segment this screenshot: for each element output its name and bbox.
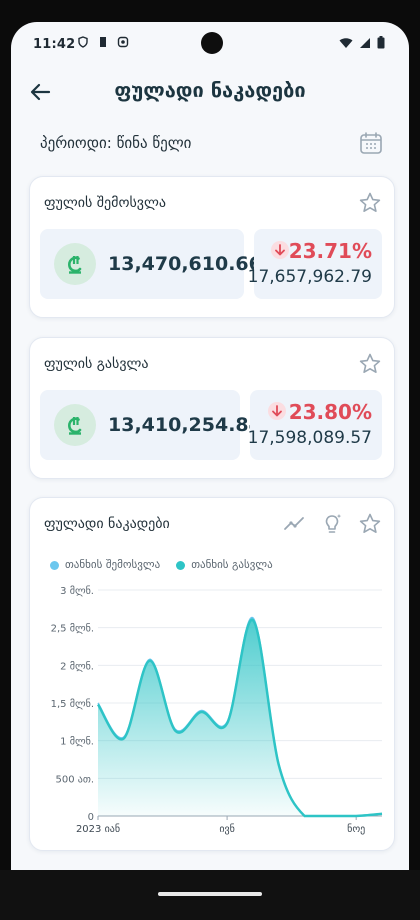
wifi-icon	[339, 37, 353, 48]
period-selector-label[interactable]: პერიოდი: წინა წელი	[40, 134, 191, 152]
inflow-previous: 17,657,962.79	[247, 267, 372, 287]
cashflow-area-chart: 0 500 ათ. 1 მლნ. 1,5 მლნ. 2 მლნ. 2,5 მლნ. 3 მლ…	[51, 585, 383, 835]
inflow-previous-panel: 23.71% 17,657,962.79	[248, 229, 382, 299]
app-screen: 11:42 ფულადი ნაკადები პერიოდი: წინა წელი…	[11, 22, 409, 870]
currency-badge	[54, 404, 96, 446]
outflow-change: 23.80%	[288, 400, 372, 424]
y-tick-label: 0	[88, 812, 94, 823]
inflow-title: ფულის შემოსვლა	[44, 195, 166, 211]
home-gesture-handle[interactable]	[158, 892, 262, 896]
status-time: 11:42	[33, 37, 76, 52]
status-icons-right	[339, 36, 385, 49]
shield-icon	[78, 36, 88, 48]
legend-item-inflow[interactable]: თანხის შემოსვლა	[50, 558, 160, 571]
lightbulb-icon[interactable]	[320, 512, 344, 536]
camera-cutout	[201, 32, 223, 54]
x-tick-label: 2023 იან	[76, 823, 120, 835]
cashflow-chart-card: ფულადი ნაკადები თანხის შემოსვლა თანხის გ…	[29, 497, 395, 851]
down-arrow-icon	[268, 402, 286, 420]
legend-swatch-outflow	[176, 560, 186, 570]
outflow-previous-panel: 23.80% 17,598,089.57	[247, 390, 382, 460]
series-area-inflow	[98, 617, 382, 816]
outflow-current-panel: 13,410,254.84	[40, 390, 262, 460]
inflow-card: ფულის შემოსვლა 13,470,610.66 23.71% 17,6…	[29, 176, 395, 318]
legend-label-inflow: თანხის შემოსვლა	[65, 558, 161, 571]
y-tick-label: 2 მლნ.	[60, 660, 94, 672]
y-tick-label: 2,5 მლნ.	[51, 623, 94, 635]
system-navigation-bar	[0, 870, 420, 920]
legend-item-outflow[interactable]: თანხის გასვლა	[176, 558, 273, 571]
y-tick-label: 3 მლნ.	[60, 585, 94, 597]
legend-swatch-inflow	[50, 560, 59, 570]
star-icon[interactable]	[358, 191, 382, 215]
down-arrow-icon	[271, 241, 289, 259]
legend-label-outflow: თანხის გასვლა	[191, 558, 273, 571]
star-icon[interactable]	[358, 512, 382, 536]
signal-icon	[360, 37, 370, 48]
star-icon[interactable]	[358, 352, 382, 376]
inflow-current-panel: 13,470,610.66	[40, 229, 262, 299]
y-tick-label: 1 მლნ.	[60, 736, 94, 748]
outflow-previous: 17,598,089.57	[247, 428, 372, 448]
outflow-card: ფულის გასვლა 13,410,254.84 23.80% 17,598…	[29, 337, 395, 479]
outflow-title: ფულის გასვლა	[44, 356, 149, 372]
chart-actions	[282, 512, 382, 536]
page-title: ფულადი ნაკადები	[114, 78, 306, 102]
trend-icon[interactable]	[282, 512, 306, 536]
app-bar: ფულადი ნაკადები	[11, 66, 409, 118]
currency-badge	[54, 243, 96, 285]
y-tick-label: 1,5 მლნ.	[51, 698, 94, 710]
lari-icon	[68, 417, 82, 435]
outflow-amount: 13,410,254.84	[108, 414, 262, 436]
chart-title: ფულადი ნაკადები	[44, 516, 170, 532]
status-icons-left	[77, 36, 129, 48]
status-bar: 11:42	[11, 22, 409, 66]
calendar-icon[interactable]	[358, 130, 384, 156]
inflow-amount: 13,470,610.66	[108, 253, 262, 275]
battery-icon	[377, 36, 385, 49]
x-tick-label: ნოე	[347, 823, 365, 835]
x-tick-label: ივნ	[219, 823, 235, 835]
y-tick-label: 500 ათ.	[55, 774, 94, 785]
app-notification-icon	[117, 36, 129, 48]
chart-legend: თანხის შემოსვლა თანხის გასვლა	[50, 558, 273, 571]
sd-card-icon	[100, 37, 106, 47]
lari-icon	[68, 256, 82, 274]
inflow-change: 23.71%	[288, 239, 372, 263]
